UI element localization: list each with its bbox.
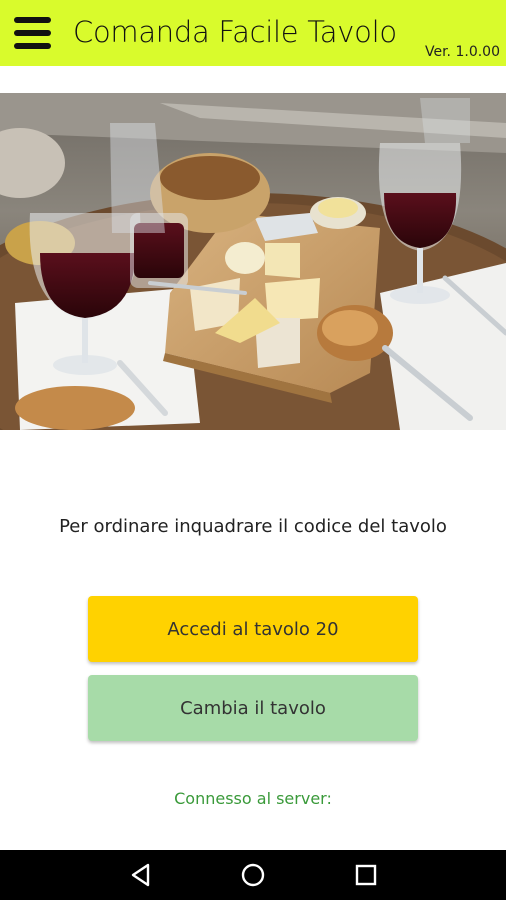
system-nav-bar: [0, 850, 506, 900]
recents-icon: [355, 864, 377, 886]
back-button[interactable]: [128, 862, 154, 888]
version-label: Ver. 1.0.00: [424, 44, 500, 60]
home-button[interactable]: [240, 862, 266, 888]
connection-status: Connesso al server:: [174, 789, 332, 808]
join-table-button[interactable]: Accedi al tavolo 20: [88, 596, 418, 662]
recents-button[interactable]: [353, 862, 379, 888]
menu-button[interactable]: [14, 14, 52, 52]
food-photo: [0, 93, 506, 430]
hero-image: [0, 93, 506, 430]
change-table-button[interactable]: Cambia il tavolo: [88, 675, 418, 741]
scan-instruction: Per ordinare inquadrare il codice del ta…: [59, 516, 447, 537]
back-icon: [131, 863, 150, 887]
home-icon: [241, 863, 265, 887]
app-bar: Comanda Facile Tavolo Ver. 1.0.00: [0, 0, 506, 66]
app-title: Comanda Facile Tavolo: [73, 15, 397, 49]
